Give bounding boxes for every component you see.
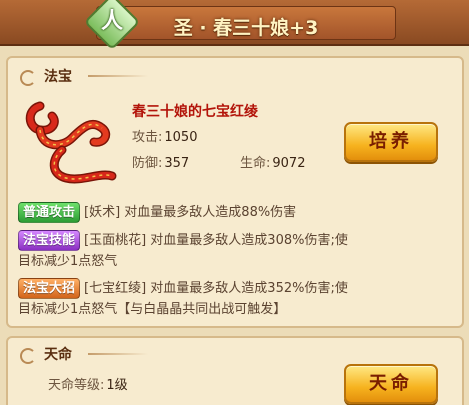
- type-badge-char: 人: [100, 9, 123, 34]
- fate-button[interactable]: 天命: [344, 364, 438, 404]
- fate-panel: 天命 天命等级: 1级 天命: [6, 336, 464, 405]
- title-plate: 圣 · 春三十娘+3: [96, 6, 396, 40]
- skill-tag-treasure-skill[interactable]: 法宝技能: [18, 230, 81, 251]
- attack-label: 攻击:: [132, 130, 163, 145]
- treasure-detail-screen: 圣 · 春三十娘+3 人 法宝 春三十娘的七宝红绫 攻击: 1050 防御: 357: [0, 0, 469, 405]
- fate-section-title: 天命: [44, 347, 72, 363]
- life-stat: 生命: 9072: [240, 152, 305, 171]
- treasure-panel: 法宝 春三十娘的七宝红绫 攻击: 1050 防御: 357 生命: 9072 培养 普…: [6, 56, 464, 328]
- treasure-name: 春三十娘的七宝红绫: [132, 104, 258, 120]
- section-divider: [88, 353, 148, 355]
- section-divider: [88, 75, 148, 77]
- swirl-ornament-icon: [18, 345, 40, 364]
- skill-tag-normal-attack[interactable]: 普通攻击: [18, 202, 81, 223]
- fate-level-label: 天命等级:: [48, 378, 105, 393]
- attack-value: 1050: [164, 130, 198, 145]
- skill-desc-line1: [玉面桃花] 对血量最多敌人造成308%伤害;使: [84, 233, 348, 248]
- train-button[interactable]: 培养: [344, 122, 438, 162]
- skill-tag-treasure-ultimate[interactable]: 法宝大招: [18, 278, 81, 299]
- fate-level: 天命等级: 1级: [48, 374, 128, 393]
- defense-stat: 防御: 357: [132, 152, 189, 171]
- treasure-section-header: 法宝: [18, 66, 72, 86]
- red-silk-ribbon-icon[interactable]: [22, 98, 122, 190]
- swirl-ornament-icon: [18, 67, 40, 86]
- life-value: 9072: [272, 156, 306, 171]
- skill-desc-line2: 目标减少1点怒气: [18, 254, 118, 269]
- skill-desc-line1: [妖术] 对血量最多敌人造成88%伤害: [84, 205, 297, 220]
- skill-row-treasure-skill: 法宝技能 [玉面桃花] 对血量最多敌人造成308%伤害;使 目标减少1点怒气: [18, 230, 458, 272]
- skill-desc-line2: 目标减少1点怒气【与白晶晶共同出战可触发】: [18, 302, 287, 317]
- life-label: 生命:: [240, 156, 271, 171]
- defense-value: 357: [164, 156, 190, 171]
- attack-stat: 攻击: 1050: [132, 126, 197, 145]
- page-title: 圣 · 春三十娘+3: [173, 17, 319, 39]
- treasure-section-title: 法宝: [44, 69, 72, 85]
- skill-desc-line1: [七宝红绫] 对血量最多敌人造成352%伤害;使: [84, 281, 348, 296]
- fate-level-value: 1级: [106, 378, 128, 393]
- fate-section-header: 天命: [18, 344, 72, 364]
- skill-row-normal: 普通攻击 [妖术] 对血量最多敌人造成88%伤害: [18, 202, 458, 223]
- skill-row-ultimate: 法宝大招 [七宝红绫] 对血量最多敌人造成352%伤害;使 目标减少1点怒气【与白…: [18, 278, 458, 320]
- defense-label: 防御:: [132, 156, 163, 171]
